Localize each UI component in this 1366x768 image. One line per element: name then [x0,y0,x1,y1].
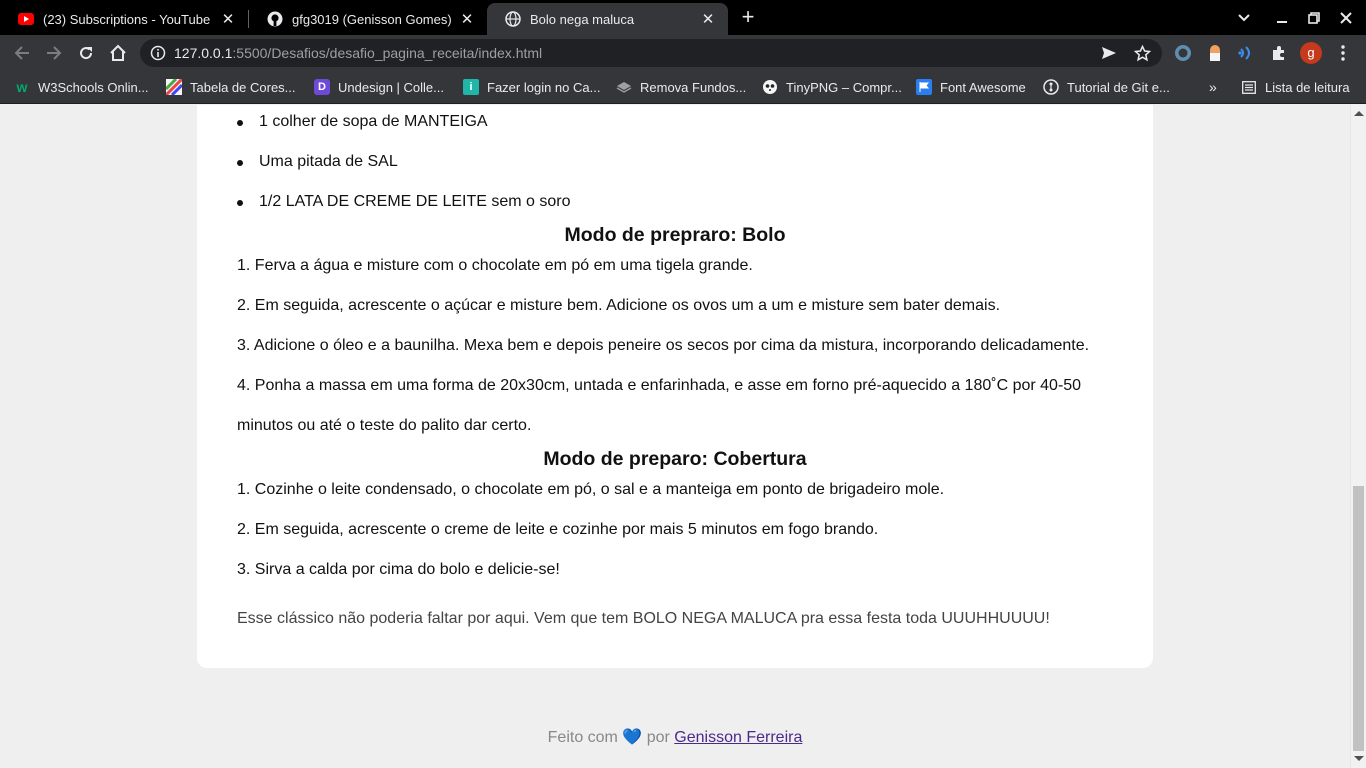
profile-avatar[interactable]: g [1300,42,1322,64]
bookmark-label: W3Schools Onlin... [38,79,149,95]
bolo-step: 3. Adicione o óleo e a baunilha. Mexa be… [237,337,1090,354]
ingredient-item: Uma pitada de SAL [237,153,398,171]
cobertura-step: 2. Em seguida, acrescente o creme de lei… [237,521,879,538]
close-tab-icon[interactable]: ✕ [457,9,477,29]
ingredient-text: Uma pitada de SAL [259,153,398,170]
extensions-puzzle-icon[interactable] [1269,43,1289,63]
author-link[interactable]: Genisson Ferreira [674,729,802,746]
forward-icon[interactable] [43,42,65,64]
close-tab-icon[interactable]: ✕ [698,9,718,29]
bookmark-font-awesome[interactable]: Font Awesome [916,78,1026,96]
section-heading-bolo: Modo de prepraro: Bolo [564,224,786,246]
bullet-dot [237,160,243,166]
bolo-step: minutos ou até o teste do palito dar cer… [237,417,532,434]
bookmark-w3schools[interactable]: w W3Schools Onlin... [14,78,149,96]
reading-list-icon [1241,79,1257,95]
tab-youtube[interactable]: (23) Subscriptions - YouTube ✕ [0,3,248,35]
bookmark-label: Undesign | Colle... [338,79,444,95]
bookmarks-more-button[interactable]: » [1209,78,1217,96]
address-bar[interactable]: 127.0.0.1:5500/Desafios/desafio_pagina_r… [140,39,1162,67]
send-icon[interactable] [1100,44,1118,62]
globe-icon [505,11,521,27]
page-scrollbar[interactable] [1350,105,1366,768]
w3schools-icon: w [16,79,28,95]
bolo-step: 2. Em seguida, acrescente o açúcar e mis… [237,297,1001,314]
bookmark-label: Tabela de Cores... [190,79,296,95]
scroll-up-arrow-icon[interactable] [1354,111,1364,116]
extension-wave-icon[interactable] [1237,43,1257,63]
reload-icon[interactable] [75,42,97,64]
bookmark-star-icon[interactable] [1133,44,1151,62]
tab-github[interactable]: gfg3019 (Genisson Gomes) ✕ [249,3,487,35]
back-icon[interactable] [11,42,33,64]
bookmark-label: TinyPNG – Compr... [786,79,902,95]
url-path: :5500/Desafios/desafio_pagina_receita/in… [232,45,543,61]
undesign-icon: D [314,79,330,95]
ingredient-item: 1 colher de sopa de MANTEIGA [237,113,488,131]
flag-icon [916,79,932,95]
restore-icon[interactable] [1304,8,1324,28]
section-heading-cobertura: Modo de preparo: Cobertura [543,448,807,470]
tab-search-icon[interactable] [1234,8,1254,28]
site-info-icon[interactable] [150,45,166,61]
bookmark-git-tutorial[interactable]: Tutorial de Git e... [1043,78,1170,96]
youtube-icon [18,11,34,27]
bookmark-tabela-cores[interactable]: Tabela de Cores... [166,78,296,96]
tab-title: (23) Subscriptions - YouTube [43,11,211,27]
bookmark-undesign[interactable]: D Undesign | Colle... [314,78,444,96]
extension-capsule-icon[interactable] [1205,43,1225,63]
menu-kebab-icon[interactable] [1333,43,1353,63]
page-footer: Feito com 💙 por Genisson Ferreira [0,727,1350,747]
tab-strip: (23) Subscriptions - YouTube ✕ gfg3019 (… [0,0,1366,35]
canva-icon: i [463,79,479,95]
bookmark-label: Tutorial de Git e... [1067,79,1170,95]
panda-icon [762,79,778,95]
github-icon [267,11,283,27]
bookmark-tinypng[interactable]: TinyPNG – Compr... [762,78,902,96]
bolo-step: 1. Ferva a água e misture com o chocolat… [237,257,753,274]
recipe-card: 1 colher de sopa de MANTEIGA Uma pitada … [197,105,1153,668]
cobertura-step: 1. Cozinhe o leite condensado, o chocola… [237,481,945,498]
minimize-icon[interactable] [1272,8,1292,28]
bookmark-label: Remova Fundos... [640,79,747,95]
extension-circle-icon[interactable] [1173,43,1193,63]
url-text[interactable]: 127.0.0.1:5500/Desafios/desafio_pagina_r… [174,45,542,61]
bullet-dot [237,120,243,126]
closing-paragraph: Esse clássico não poderia faltar por aqu… [237,610,1050,627]
ingredient-text: 1 colher de sopa de MANTEIGA [259,113,488,130]
tab-title: Bolo nega maluca [530,11,635,27]
scrollbar-thumb[interactable] [1353,486,1364,751]
tab-bolo-nega-maluca[interactable]: Bolo nega maluca ✕ [487,3,728,35]
footer-by: por [646,729,670,746]
bookmark-remova-fundos[interactable]: Remova Fundos... [616,78,746,96]
scroll-down-arrow-icon[interactable] [1354,756,1364,761]
cobertura-step: 3. Sirva a calda por cima do bolo e deli… [237,561,560,578]
bookmark-canva[interactable]: i Fazer login no Ca... [463,78,600,96]
close-window-icon[interactable] [1336,8,1356,28]
colors-icon [166,79,182,95]
bullet-dot [237,200,243,206]
reading-list-label: Lista de leitura [1265,79,1350,95]
heart-icon: 💙 [622,729,643,746]
close-tab-icon[interactable]: ✕ [218,9,238,29]
page-viewport: 1 colher de sopa de MANTEIGA Uma pitada … [0,105,1350,768]
browser-toolbar: 127.0.0.1:5500/Desafios/desafio_pagina_r… [0,35,1366,71]
footer-prefix: Feito com [547,729,618,746]
tab-title: gfg3019 (Genisson Gomes) [292,11,452,27]
bookmark-label: Fazer login no Ca... [487,79,601,95]
git-icon [1043,79,1059,95]
url-host: 127.0.0.1 [174,45,233,61]
bookmarks-bar: w W3Schools Onlin... Tabela de Cores... … [0,71,1366,104]
ingredient-item: 1/2 LATA DE CREME DE LEITE sem o soro [237,193,571,211]
layers-icon [616,79,632,95]
new-tab-button[interactable]: + [737,6,759,29]
ingredient-text: 1/2 LATA DE CREME DE LEITE sem o soro [259,193,571,210]
bookmark-label: Font Awesome [940,79,1026,95]
home-icon[interactable] [107,42,129,64]
reading-list-button[interactable]: Lista de leitura [1241,78,1350,96]
bolo-step: 4. Ponha a massa em uma forma de 20x30cm… [237,377,1082,394]
